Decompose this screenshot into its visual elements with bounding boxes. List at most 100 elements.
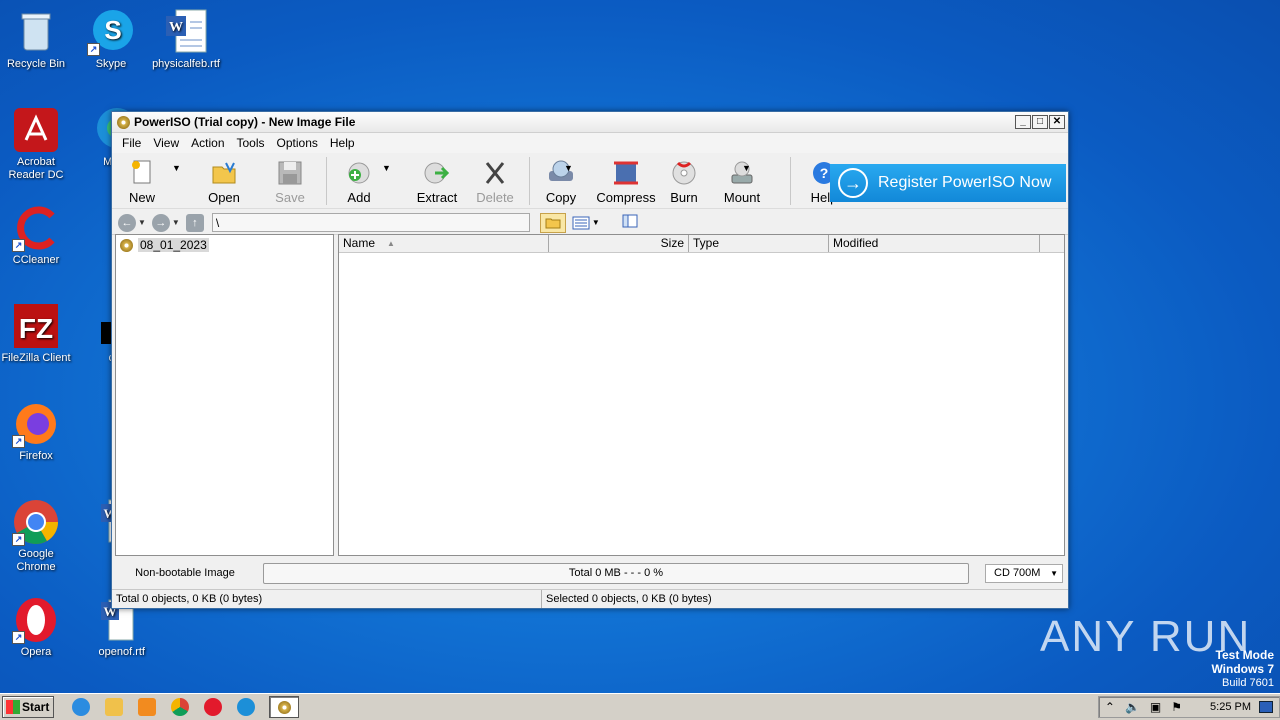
svg-text:W: W	[169, 20, 183, 35]
burn-label: Burn	[670, 190, 698, 205]
menu-action[interactable]: Action	[185, 134, 230, 152]
register-button[interactable]: → Register PowerISO Now	[830, 164, 1066, 202]
burn-button[interactable]: Burn	[656, 157, 712, 205]
status-bar: Total 0 objects, 0 KB (0 bytes) Selected…	[112, 589, 1068, 608]
shortcut-arrow-icon: ↗	[12, 631, 25, 644]
add-button[interactable]: Add	[333, 157, 385, 205]
copy-label: Copy	[545, 190, 577, 205]
shortcut-arrow-icon: ↗	[12, 533, 25, 546]
poweriso-window: PowerISO (Trial copy) - New Image File _…	[111, 111, 1069, 609]
chrome-taskbar-icon[interactable]	[171, 698, 189, 716]
folder-view-button[interactable]	[539, 212, 566, 233]
desktop-icon-recycle-bin[interactable]: Recycle Bin	[0, 8, 74, 71]
desktop-icon-ccleaner[interactable]: ↗ CCleaner	[0, 204, 74, 267]
path-input[interactable]	[211, 213, 530, 232]
folder-tree[interactable]: 08_01_2023	[115, 234, 334, 556]
svg-text:FZ: FZ	[19, 313, 53, 344]
folder-icon	[545, 218, 561, 229]
desktop-icon-firefox[interactable]: ↗ Firefox	[0, 400, 74, 463]
forward-dropdown-icon[interactable]: ▼	[172, 218, 180, 227]
shortcut-arrow-icon: ↗	[12, 435, 25, 448]
clock[interactable]: 5:25 PM	[1210, 701, 1251, 713]
ie-icon[interactable]	[72, 698, 90, 716]
close-button[interactable]: ✕	[1049, 115, 1065, 129]
open-label: Open	[208, 190, 240, 205]
menu-options[interactable]: Options	[271, 134, 324, 152]
menu-tools[interactable]: Tools	[231, 134, 271, 152]
menu-bar: File View Action Tools Options Help	[112, 133, 1068, 153]
desktop-icon-skype[interactable]: S ↗ Skype	[73, 8, 149, 71]
column-size[interactable]: Size	[549, 235, 689, 252]
test-mode-notice: Test Mode Windows 7 Build 7601	[1211, 648, 1274, 690]
new-dropdown-icon[interactable]: ▼	[172, 163, 181, 173]
back-icon[interactable]: ←	[118, 213, 136, 232]
compress-button[interactable]: Compress	[596, 157, 656, 205]
compress-label: Compress	[596, 190, 656, 205]
edge-taskbar-icon[interactable]	[237, 698, 255, 716]
tree-item-root[interactable]: 08_01_2023	[120, 238, 333, 252]
view-dropdown-icon[interactable]: ▼	[592, 218, 600, 227]
image-status-bar: Non-bootable Image Total 0 MB - - - 0 % …	[115, 561, 1065, 585]
add-dropdown-icon[interactable]: ▼	[382, 163, 391, 173]
delete-icon	[485, 162, 505, 184]
column-type[interactable]: Type	[689, 235, 829, 252]
desktop-icon-acrobat[interactable]: Acrobat Reader DC	[0, 106, 74, 182]
copy-dropdown-icon[interactable]: ▼	[564, 163, 573, 173]
title-bar[interactable]: PowerISO (Trial copy) - New Image File _…	[112, 112, 1068, 133]
column-name[interactable]: Name ▲	[339, 235, 549, 252]
network-icon[interactable]: ▣	[1150, 700, 1161, 714]
delete-button[interactable]: Delete	[467, 157, 523, 205]
add-label: Add	[347, 190, 371, 205]
compress-icon	[614, 161, 638, 185]
media-player-icon[interactable]	[138, 698, 156, 716]
file-list-header: Name ▲ Size Type Modified	[339, 235, 1064, 253]
menu-help[interactable]: Help	[324, 134, 361, 152]
desktop-icon-label: FileZilla Client	[1, 352, 71, 364]
start-button[interactable]: Start	[2, 696, 54, 718]
forward-icon[interactable]: →	[151, 213, 170, 232]
save-button[interactable]: Save	[260, 157, 320, 205]
extract-button[interactable]: Extract	[407, 157, 467, 205]
back-dropdown-icon[interactable]: ▼	[138, 218, 146, 227]
desktop-icon-opera[interactable]: ↗ Opera	[0, 596, 74, 659]
menu-view[interactable]: View	[147, 134, 185, 152]
file-list[interactable]: Name ▲ Size Type Modified	[338, 234, 1065, 556]
column-modified[interactable]: Modified	[829, 235, 1040, 252]
boot-status: Non-bootable Image	[135, 567, 235, 579]
panel-toggle-button[interactable]	[622, 214, 638, 231]
show-hidden-icons-icon[interactable]: ⌃	[1105, 700, 1115, 714]
taskbar: Start ⌃ 🔈 ▣ ⚑ 5:25 PM	[0, 693, 1280, 720]
recycle-bin-icon	[12, 8, 60, 56]
open-button[interactable]: Open	[194, 157, 254, 205]
new-label: New	[128, 190, 155, 205]
poweriso-taskbar-button[interactable]	[269, 696, 299, 718]
desktop-icon-label: Recycle Bin	[6, 58, 66, 70]
explorer-icon[interactable]	[105, 698, 123, 716]
column-size-label: Size	[660, 236, 684, 250]
window-title: PowerISO (Trial copy) - New Image File	[134, 115, 356, 129]
mount-dropdown-icon[interactable]: ▼	[742, 163, 751, 173]
status-total: Total 0 objects, 0 KB (0 bytes)	[112, 590, 542, 608]
action-center-flag-icon[interactable]: ⚑	[1171, 700, 1182, 714]
new-button[interactable]: New	[116, 157, 168, 205]
windows-flag-icon	[6, 700, 20, 714]
minimize-button[interactable]: _	[1015, 115, 1031, 129]
volume-icon[interactable]: 🔈	[1125, 700, 1140, 714]
opera-icon: ↗	[12, 596, 60, 644]
desktop-icon-physicalfeb[interactable]: W physicalfeb.rtf	[148, 8, 224, 71]
up-folder-icon[interactable]: ↑	[185, 213, 204, 232]
media-size-select[interactable]: CD 700M ▼	[985, 563, 1063, 583]
opera-taskbar-icon[interactable]	[204, 698, 222, 716]
show-desktop-icon[interactable]	[1259, 701, 1273, 713]
view-mode-button[interactable]: ▼	[572, 216, 600, 230]
desktop-icon-chrome[interactable]: ↗ Google Chrome	[0, 498, 74, 574]
menu-file[interactable]: File	[116, 134, 147, 152]
chrome-icon: ↗	[12, 498, 60, 546]
desktop-icon-label: CCleaner	[12, 254, 60, 266]
copy-button[interactable]: Copy	[536, 157, 586, 205]
maximize-button[interactable]: □	[1032, 115, 1048, 129]
column-name-label: Name	[343, 236, 376, 250]
column-type-label: Type	[693, 236, 720, 250]
desktop-icon-filezilla[interactable]: FZ FileZilla Client	[0, 302, 74, 365]
skype-icon: S ↗	[87, 8, 135, 56]
